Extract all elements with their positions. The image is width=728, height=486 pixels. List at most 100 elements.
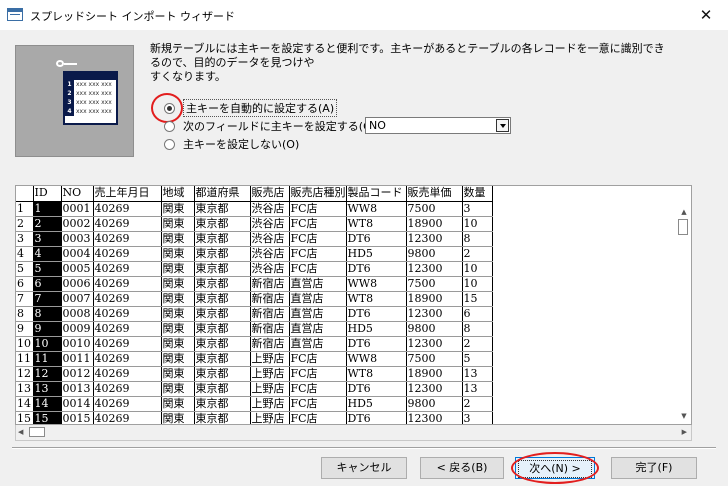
table-cell[interactable]: 東京都: [194, 201, 251, 217]
id-cell[interactable]: 2: [33, 216, 62, 232]
table-cell[interactable]: 関東: [161, 336, 195, 352]
table-cell[interactable]: 東京都: [194, 246, 251, 262]
table-cell[interactable]: 上野店: [250, 366, 290, 382]
table-cell[interactable]: 40269: [93, 216, 162, 232]
id-cell[interactable]: 11: [33, 351, 62, 367]
table-cell[interactable]: 関東: [161, 306, 195, 322]
vertical-scroll-thumb[interactable]: [678, 219, 688, 235]
table-cell[interactable]: 直営店: [289, 336, 347, 352]
id-cell[interactable]: 6: [33, 276, 62, 292]
table-cell[interactable]: 9800: [406, 246, 463, 262]
table-cell[interactable]: 0012: [61, 366, 94, 382]
id-cell[interactable]: 4: [33, 246, 62, 262]
table-cell[interactable]: DT6: [346, 261, 407, 277]
table-cell[interactable]: 新宿店: [250, 276, 290, 292]
column-header[interactable]: 地域: [161, 186, 195, 202]
column-header[interactable]: 製品コード: [346, 186, 407, 202]
radio-field[interactable]: [164, 120, 175, 132]
table-cell[interactable]: 10: [462, 216, 493, 232]
table-cell[interactable]: 6: [462, 306, 493, 322]
id-cell[interactable]: 15: [33, 411, 62, 424]
table-cell[interactable]: 東京都: [194, 351, 251, 367]
primary-key-field-select[interactable]: NO: [365, 117, 511, 134]
id-cell[interactable]: 5: [33, 261, 62, 277]
table-cell[interactable]: 0011: [61, 351, 94, 367]
id-cell[interactable]: 13: [33, 381, 62, 397]
table-cell[interactable]: 直営店: [289, 291, 347, 307]
id-cell[interactable]: 8: [33, 306, 62, 322]
table-cell[interactable]: FC店: [289, 411, 347, 424]
table-cell[interactable]: WT8: [346, 216, 407, 232]
table-cell[interactable]: 関東: [161, 396, 195, 412]
id-cell[interactable]: 3: [33, 231, 62, 247]
table-cell[interactable]: 東京都: [194, 366, 251, 382]
horizontal-scroll-thumb[interactable]: [29, 427, 45, 437]
table-cell[interactable]: 関東: [161, 246, 195, 262]
table-cell[interactable]: 上野店: [250, 396, 290, 412]
table-cell[interactable]: 12300: [406, 381, 463, 397]
table-cell[interactable]: 0008: [61, 306, 94, 322]
table-cell[interactable]: 0004: [61, 246, 94, 262]
table-cell[interactable]: 5: [462, 351, 493, 367]
table-cell[interactable]: 0015: [61, 411, 94, 424]
table-cell[interactable]: 新宿店: [250, 291, 290, 307]
table-cell[interactable]: 関東: [161, 201, 195, 217]
scroll-right-icon[interactable]: ▶: [677, 425, 687, 439]
table-cell[interactable]: HD5: [346, 246, 407, 262]
table-cell[interactable]: 8: [462, 231, 493, 247]
table-cell[interactable]: FC店: [289, 201, 347, 217]
table-cell[interactable]: 12300: [406, 306, 463, 322]
table-cell[interactable]: 0003: [61, 231, 94, 247]
table-cell[interactable]: WT8: [346, 291, 407, 307]
table-cell[interactable]: 40269: [93, 411, 162, 424]
table-cell[interactable]: FC店: [289, 381, 347, 397]
table-cell[interactable]: 40269: [93, 336, 162, 352]
table-cell[interactable]: FC店: [289, 366, 347, 382]
table-cell[interactable]: 40269: [93, 396, 162, 412]
table-cell[interactable]: 関東: [161, 351, 195, 367]
table-cell[interactable]: 0014: [61, 396, 94, 412]
table-cell[interactable]: 直営店: [289, 306, 347, 322]
table-cell[interactable]: 上野店: [250, 411, 290, 424]
table-cell[interactable]: 40269: [93, 261, 162, 277]
table-cell[interactable]: DT6: [346, 381, 407, 397]
table-cell[interactable]: 0002: [61, 216, 94, 232]
table-cell[interactable]: 直営店: [289, 321, 347, 337]
table-cell[interactable]: 東京都: [194, 276, 251, 292]
table-cell[interactable]: 7500: [406, 351, 463, 367]
table-cell[interactable]: FC店: [289, 246, 347, 262]
table-cell[interactable]: HD5: [346, 396, 407, 412]
scroll-left-icon[interactable]: ◀: [18, 425, 28, 439]
back-button[interactable]: < 戻る(B): [420, 457, 504, 479]
data-preview-grid[interactable]: ID NO 売上年月日 地域 都道府県 販売店 販売店種別 製品コード 販売単価…: [15, 185, 692, 425]
column-header[interactable]: 数量: [462, 186, 493, 202]
table-cell[interactable]: 15: [462, 291, 493, 307]
table-cell[interactable]: 2: [462, 396, 493, 412]
table-cell[interactable]: 40269: [93, 381, 162, 397]
id-cell[interactable]: 10: [33, 336, 62, 352]
table-cell[interactable]: 新宿店: [250, 306, 290, 322]
table-cell[interactable]: 40269: [93, 246, 162, 262]
table-cell[interactable]: 関東: [161, 366, 195, 382]
column-header[interactable]: NO: [61, 186, 94, 202]
table-cell[interactable]: 東京都: [194, 411, 251, 424]
table-cell[interactable]: 東京都: [194, 291, 251, 307]
table-cell[interactable]: 13: [462, 366, 493, 382]
cancel-button[interactable]: キャンセル: [321, 457, 407, 479]
table-cell[interactable]: 渋谷店: [250, 216, 290, 232]
table-cell[interactable]: DT6: [346, 336, 407, 352]
table-cell[interactable]: 関東: [161, 276, 195, 292]
chevron-down-icon[interactable]: [496, 119, 509, 132]
table-cell[interactable]: 12300: [406, 411, 463, 424]
scroll-up-icon[interactable]: ▲: [676, 205, 692, 219]
table-cell[interactable]: 9800: [406, 396, 463, 412]
table-cell[interactable]: 40269: [93, 231, 162, 247]
option-auto-primary-key[interactable]: 主キーを自動的に設定する(A): [164, 99, 338, 117]
table-cell[interactable]: 渋谷店: [250, 246, 290, 262]
table-cell[interactable]: FC店: [289, 261, 347, 277]
table-cell[interactable]: FC店: [289, 216, 347, 232]
table-cell[interactable]: 8: [462, 321, 493, 337]
table-cell[interactable]: 40269: [93, 276, 162, 292]
id-cell[interactable]: 7: [33, 291, 62, 307]
radio-none[interactable]: [164, 138, 175, 150]
